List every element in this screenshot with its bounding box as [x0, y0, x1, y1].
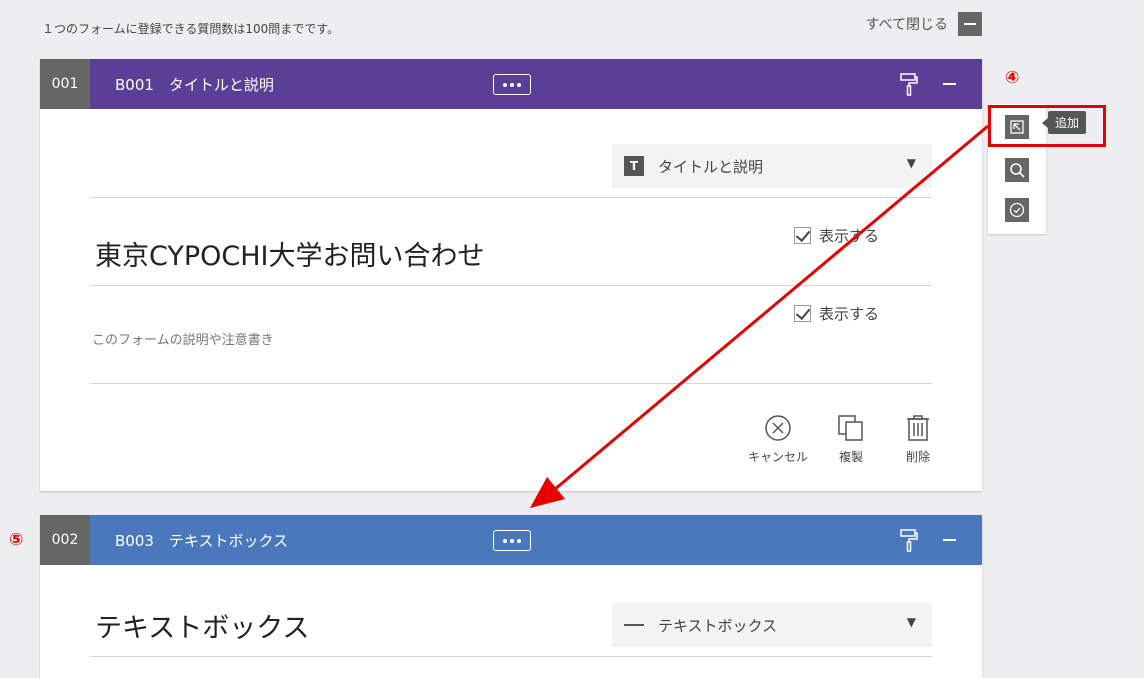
annotation-arrow	[530, 124, 989, 508]
